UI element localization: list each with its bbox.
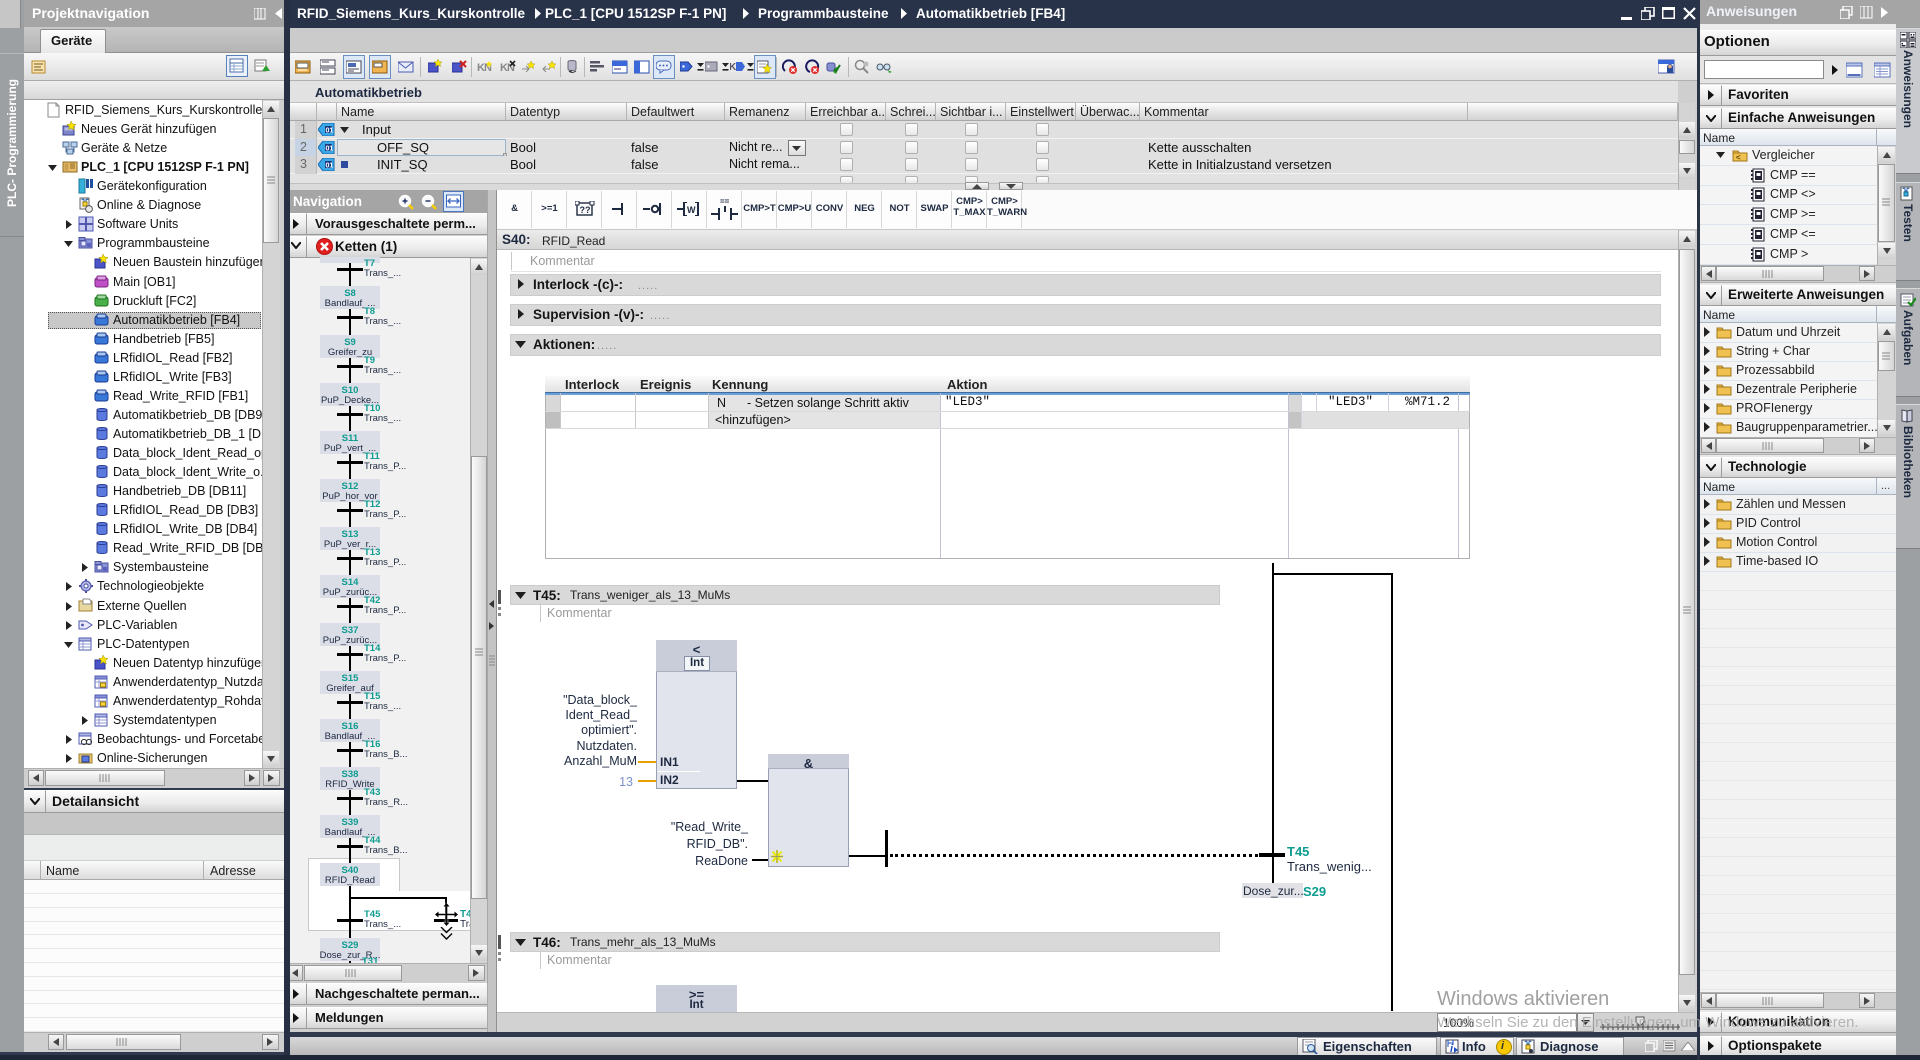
svg-text:01: 01	[326, 128, 334, 135]
svg-text:??: ??	[580, 205, 591, 215]
svg-text:01: 01	[326, 145, 334, 152]
svg-text:K: K	[730, 62, 737, 73]
svg-text:W: W	[687, 205, 696, 215]
svg-text:01: 01	[326, 163, 334, 170]
svg-text:==: ==	[720, 197, 730, 206]
svg-text:<: <	[1736, 153, 1741, 162]
